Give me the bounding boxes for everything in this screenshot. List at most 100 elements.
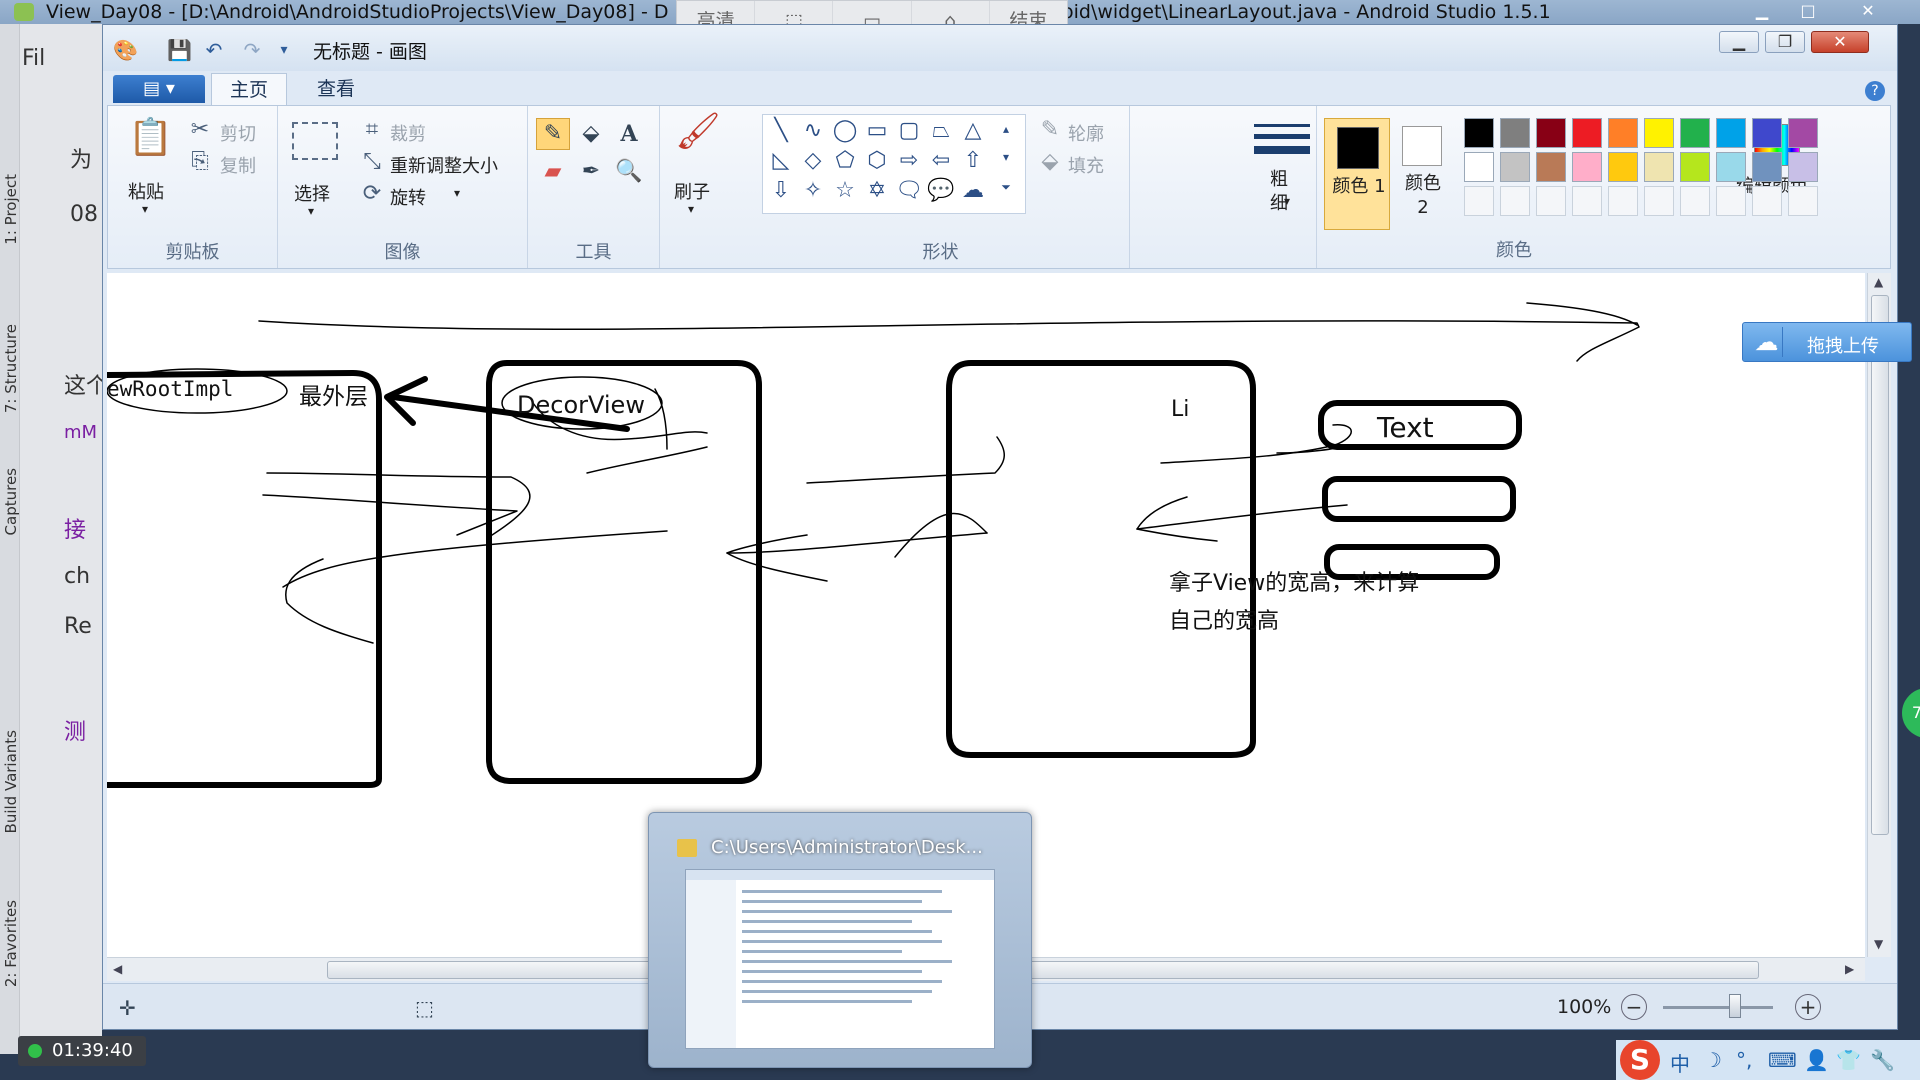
brushes-dropdown-icon[interactable]: ▾	[688, 202, 694, 216]
palette-swatch[interactable]	[1500, 152, 1530, 182]
palette-swatch[interactable]	[1500, 118, 1530, 148]
custom-color-slot[interactable]	[1716, 186, 1746, 216]
horizontal-scroll-thumb[interactable]	[327, 961, 1759, 979]
cut-button[interactable]: 剪切	[220, 120, 256, 146]
redo-icon[interactable]: ↷	[241, 39, 263, 61]
palette-swatch[interactable]	[1536, 152, 1566, 182]
skin-icon[interactable]: 👕	[1836, 1048, 1861, 1072]
as-minimize-button[interactable]: ▁	[1744, 2, 1780, 20]
custom-color-slot[interactable]	[1500, 186, 1530, 216]
fill-button[interactable]: 填充	[1068, 152, 1104, 178]
select-button[interactable]: 选择	[294, 180, 330, 206]
color2-swatch[interactable]	[1402, 126, 1442, 166]
palette-swatch[interactable]	[1536, 118, 1566, 148]
custom-color-slot[interactable]	[1464, 186, 1494, 216]
rotate-icon[interactable]: ⟳	[358, 180, 386, 208]
six-point-star-shape-icon[interactable]: ✡	[862, 176, 892, 206]
pencil-icon[interactable]: ✎	[536, 118, 570, 150]
cloud-callout-shape-icon[interactable]: ☁	[958, 176, 988, 206]
tools-icon[interactable]: 🔧	[1870, 1048, 1895, 1072]
drag-upload-button[interactable]: ☁ 拖拽上传	[1742, 322, 1912, 362]
resize-button[interactable]: 重新调整大小	[390, 152, 498, 178]
pentagon-shape-icon[interactable]: ⬠	[830, 146, 860, 176]
custom-color-slot[interactable]	[1608, 186, 1638, 216]
ime-language-icon[interactable]: 中	[1670, 1048, 1690, 1077]
fill-bucket-icon[interactable]: ⬙	[574, 118, 608, 150]
palette-swatch[interactable]	[1644, 118, 1674, 148]
text-tool-icon[interactable]: A	[612, 118, 646, 150]
palette-swatch[interactable]	[1608, 152, 1638, 182]
favorites-tab[interactable]: 2: Favorites	[2, 900, 20, 987]
ime-punctuation-icon[interactable]: °,	[1736, 1048, 1752, 1072]
oval-callout-shape-icon[interactable]: 💬	[926, 176, 956, 206]
color1-button[interactable]: 颜色 1	[1324, 118, 1390, 230]
four-point-star-shape-icon[interactable]: ✧	[798, 176, 828, 206]
as-menu-file[interactable]: Fil	[22, 46, 45, 71]
as-close-button[interactable]: ✕	[1850, 2, 1886, 20]
palette-swatch[interactable]	[1464, 118, 1494, 148]
cut-icon[interactable]: ✂	[186, 116, 214, 144]
palette-swatch[interactable]	[1752, 118, 1782, 148]
fill-icon[interactable]: ⬙	[1036, 148, 1064, 176]
custom-color-slot[interactable]	[1680, 186, 1710, 216]
quick-access-dropdown-icon[interactable]: ▾	[273, 39, 295, 61]
project-tab[interactable]: 1: Project	[2, 174, 20, 245]
right-triangle-shape-icon[interactable]: ◺	[766, 146, 796, 176]
outline-icon[interactable]: ✎	[1036, 116, 1064, 144]
zoom-slider-thumb[interactable]	[1729, 994, 1741, 1018]
select-dropdown-icon[interactable]: ▾	[308, 204, 314, 218]
paint-menu-button[interactable]: ▤ ▾	[113, 75, 205, 103]
line-shape-icon[interactable]: ╲	[766, 116, 796, 146]
scroll-right-icon[interactable]: ▶	[1845, 962, 1854, 976]
palette-swatch[interactable]	[1716, 152, 1746, 182]
curve-shape-icon[interactable]: ∿	[798, 116, 828, 146]
size-button[interactable]: 粗细	[1270, 168, 1290, 216]
structure-tab[interactable]: 7: Structure	[2, 324, 20, 413]
shapes-scroll-up-icon[interactable]: ▴	[996, 114, 1016, 144]
as-maximize-button[interactable]: □	[1790, 2, 1826, 20]
custom-color-slot[interactable]	[1536, 186, 1566, 216]
custom-color-slot[interactable]	[1752, 186, 1782, 216]
build-variants-tab[interactable]: Build Variants	[2, 730, 20, 833]
five-point-star-shape-icon[interactable]: ☆	[830, 176, 860, 206]
shapes-scroll-down-icon[interactable]: ▾	[996, 142, 1016, 172]
scroll-left-icon[interactable]: ◀	[113, 962, 122, 976]
floating-side-widget-icon[interactable]: 7	[1902, 688, 1920, 738]
keyboard-icon[interactable]: ⌨	[1768, 1048, 1797, 1072]
palette-swatch[interactable]	[1644, 152, 1674, 182]
palette-swatch[interactable]	[1680, 152, 1710, 182]
palette-swatch[interactable]	[1572, 118, 1602, 148]
scroll-up-icon[interactable]: ▲	[1874, 275, 1883, 289]
ime-moon-icon[interactable]: ☽	[1704, 1048, 1722, 1072]
paint-maximize-button[interactable]: ❐	[1765, 31, 1805, 53]
magnifier-icon[interactable]: 🔍	[612, 156, 646, 188]
paste-button[interactable]: 粘贴	[128, 178, 164, 204]
palette-swatch[interactable]	[1680, 118, 1710, 148]
save-icon[interactable]: 💾	[167, 39, 192, 61]
crop-button[interactable]: 裁剪	[390, 120, 426, 146]
rectangle-shape-icon[interactable]: ▭	[862, 116, 892, 146]
rotate-button[interactable]: 旋转	[390, 184, 426, 210]
zoom-slider-track[interactable]	[1663, 1006, 1773, 1009]
eraser-icon[interactable]: ▰	[536, 156, 570, 188]
outline-button[interactable]: 轮廓	[1068, 120, 1104, 146]
down-arrow-shape-icon[interactable]: ⇩	[766, 176, 796, 206]
polygon-shape-icon[interactable]: ⏢	[926, 116, 956, 146]
custom-color-slot[interactable]	[1572, 186, 1602, 216]
vertical-scrollbar[interactable]: ▲ ▼	[1867, 273, 1891, 957]
crop-icon[interactable]: ⌗	[358, 116, 386, 144]
resize-icon[interactable]: ⤡	[358, 148, 386, 176]
scroll-down-icon[interactable]: ▼	[1874, 937, 1883, 951]
copy-icon[interactable]: ⎘	[186, 148, 214, 176]
taskbar-thumbnail-popup[interactable]: C:\Users\Administrator\Desk...	[648, 812, 1032, 1068]
zoom-out-button[interactable]: −	[1621, 994, 1647, 1020]
right-arrow-shape-icon[interactable]: ⇨	[894, 146, 924, 176]
palette-swatch[interactable]	[1716, 118, 1746, 148]
captures-tab[interactable]: Captures	[2, 468, 20, 535]
custom-color-slot[interactable]	[1788, 186, 1818, 216]
triangle-shape-icon[interactable]: △	[958, 116, 988, 146]
paint-minimize-button[interactable]: ▁	[1719, 31, 1759, 53]
palette-swatch[interactable]	[1788, 118, 1818, 148]
tab-view[interactable]: 查看	[299, 73, 373, 105]
color-picker-icon[interactable]: ✒	[574, 156, 608, 188]
